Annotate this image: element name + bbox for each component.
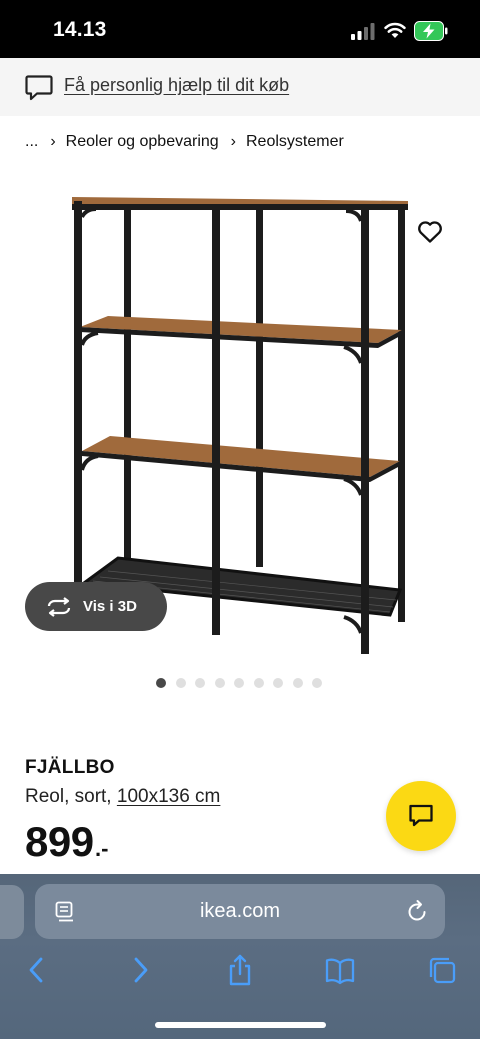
breadcrumb: ... › Reoler og opbevaring › Reolsysteme… <box>25 133 344 151</box>
reload-icon[interactable] <box>406 899 428 923</box>
wifi-icon <box>384 22 406 38</box>
price-suffix: .- <box>95 836 109 861</box>
address-bar[interactable]: ikea.com <box>35 884 445 939</box>
carousel-dot[interactable] <box>175 678 186 688</box>
view-3d-button[interactable]: Vis i 3D <box>25 582 167 631</box>
product-description: Reol, sort, 100x136 cm <box>25 786 220 808</box>
breadcrumb-ellipsis[interactable]: ... <box>25 133 38 151</box>
help-link[interactable]: Få personlig hjælp til dit køb <box>64 75 289 96</box>
tabs-icon[interactable] <box>427 953 457 987</box>
carousel-dots[interactable] <box>156 678 332 688</box>
product-type: Reol, sort, <box>25 786 117 807</box>
breadcrumb-item-reoler[interactable]: Reoler og opbevaring <box>66 133 219 151</box>
carousel-dot[interactable] <box>234 678 244 688</box>
chat-button[interactable] <box>386 781 456 851</box>
product-dimensions-link[interactable]: 100x136 cm <box>117 786 221 807</box>
chat-bubble-icon <box>25 75 53 101</box>
carousel-dot[interactable] <box>156 678 166 688</box>
battery-charging-icon <box>414 21 448 41</box>
status-time: 14.13 <box>53 18 107 41</box>
forward-icon[interactable] <box>125 953 155 987</box>
view-3d-label: Vis i 3D <box>83 598 137 615</box>
url-text[interactable]: ikea.com <box>35 900 445 923</box>
home-indicator <box>155 1022 326 1028</box>
rotate-3d-icon <box>47 596 71 617</box>
carousel-dot[interactable] <box>273 678 283 688</box>
signal-icon <box>351 23 375 40</box>
share-icon[interactable] <box>225 953 255 987</box>
favorite-button[interactable] <box>406 208 454 256</box>
carousel-dot[interactable] <box>214 678 225 688</box>
product-name[interactable]: FJÄLLBO <box>25 757 115 779</box>
carousel-dot[interactable] <box>195 678 205 688</box>
status-bar: 14.13 <box>0 0 480 58</box>
bookmarks-icon[interactable] <box>325 953 355 987</box>
carousel-dot[interactable] <box>312 678 322 688</box>
help-banner[interactable]: Få personlig hjælp til dit køb <box>0 58 480 116</box>
product-price: 899 <box>25 818 94 865</box>
carousel-dot[interactable] <box>292 678 303 688</box>
heart-icon <box>418 221 442 243</box>
chevron-right-icon: › <box>230 133 236 150</box>
carousel-dot[interactable] <box>253 678 264 688</box>
back-icon[interactable] <box>22 953 52 987</box>
chat-icon <box>409 804 433 827</box>
previous-tab-peek[interactable] <box>0 885 24 939</box>
breadcrumb-item-reolsystemer[interactable]: Reolsystemer <box>246 133 344 151</box>
chevron-right-icon: › <box>50 133 56 150</box>
